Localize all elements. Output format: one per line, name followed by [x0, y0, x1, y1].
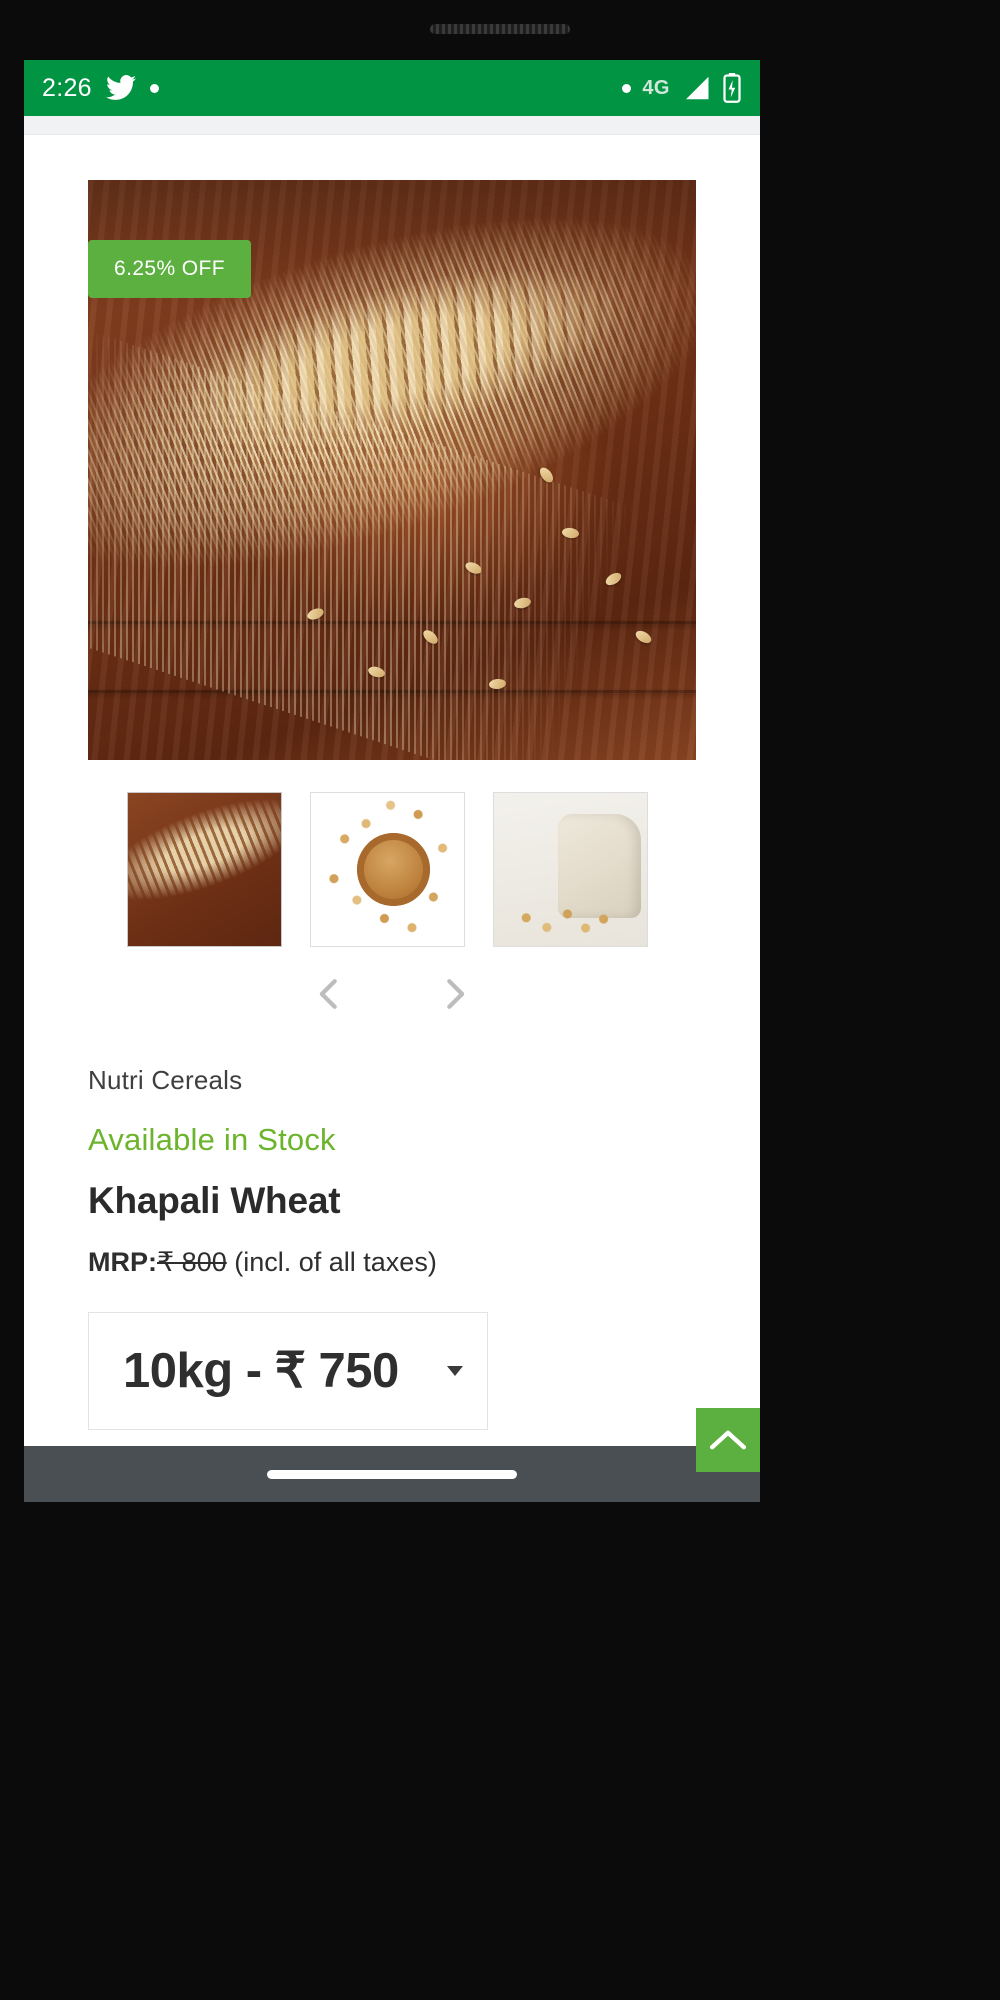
network-type-label: 4G	[642, 76, 670, 99]
notification-dot-icon-right	[622, 83, 632, 93]
phone-screen: 2:26 4G 6.25% OFF Nutri Cereals Availabl…	[24, 60, 760, 1495]
phone-device-frame: 2:26 4G 6.25% OFF Nutri Cereals Availabl…	[0, 0, 1000, 2000]
status-bar-right-group: 4G	[622, 73, 742, 103]
earpiece-speaker	[430, 24, 570, 34]
product-brand: Nutri Cereals	[88, 1065, 243, 1095]
status-bar-clock: 2:26	[42, 73, 92, 102]
device-bottom-bezel	[0, 1502, 1000, 2000]
thumbnail-strip	[24, 792, 760, 947]
thumbnail-item-3[interactable]	[493, 792, 648, 947]
stock-status: Available in Stock	[88, 1122, 336, 1157]
status-bar-left-group: 2:26	[42, 74, 622, 103]
variant-dropdown[interactable]: 10kg - ₹ 750	[88, 1311, 488, 1430]
battery-charging-icon	[722, 73, 742, 103]
mrp-line: MRP:₹ 800 (incl. of all taxes)	[88, 1247, 696, 1278]
device-top-bezel	[0, 0, 1000, 60]
mrp-label: MRP:	[88, 1246, 157, 1277]
variant-selected-label: 10kg - ₹ 750	[123, 1344, 399, 1399]
chevron-left-icon[interactable]	[306, 971, 352, 1017]
product-info-block: Nutri Cereals Available in Stock Khapali…	[24, 1017, 760, 1430]
discount-badge: 6.25% OFF	[88, 240, 251, 298]
mrp-tax-note: (incl. of all taxes)	[234, 1246, 437, 1277]
product-page-content: 6.25% OFF Nutri Cereals Available in Sto…	[24, 180, 760, 1495]
home-indicator-pill[interactable]	[267, 1469, 517, 1479]
twitter-bird-icon	[105, 75, 136, 101]
chevron-down-icon	[447, 1365, 463, 1376]
android-navigation-bar	[24, 1446, 760, 1502]
mrp-original-price: ₹ 800	[157, 1246, 227, 1277]
carousel-navigation	[24, 971, 760, 1017]
notification-dot-icon	[149, 83, 159, 93]
thumbnail-item-2[interactable]	[310, 792, 465, 947]
status-bar: 2:26 4G	[24, 60, 760, 116]
cellular-signal-icon	[681, 75, 711, 101]
product-main-image-container[interactable]: 6.25% OFF	[88, 180, 696, 760]
product-title: Khapali Wheat	[88, 1180, 341, 1221]
browser-chrome-strip	[24, 116, 760, 135]
thumbnail-item-1[interactable]	[127, 792, 282, 947]
scroll-to-top-button[interactable]	[696, 1408, 760, 1472]
chevron-right-icon[interactable]	[432, 971, 478, 1017]
